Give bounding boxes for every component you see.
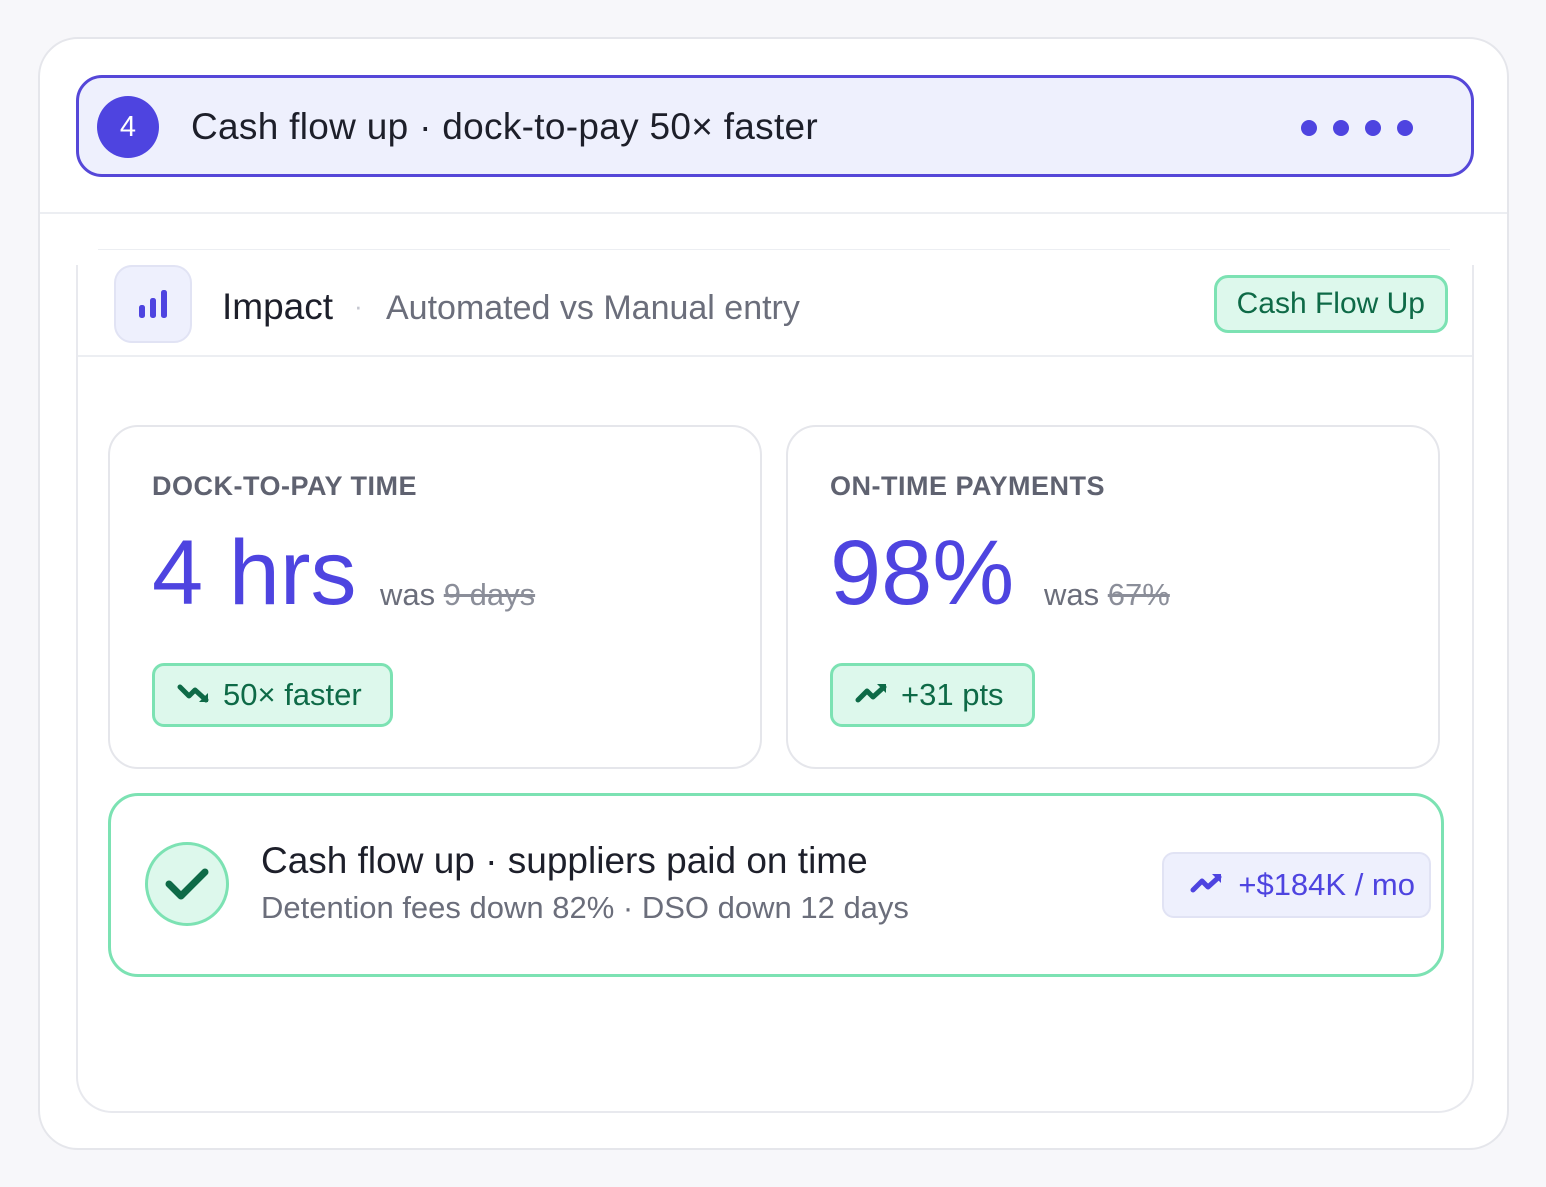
metric-value: 4 hrs	[152, 522, 357, 624]
divider	[98, 249, 1450, 250]
progress-dot	[1301, 120, 1317, 136]
summary-card: Cash flow up · suppliers paid on time De…	[108, 793, 1444, 977]
metric-previous: was 9 days	[380, 577, 535, 613]
divider	[40, 212, 1507, 214]
monthly-gain-badge: +$184K / mo	[1162, 852, 1431, 918]
progress-dots	[1301, 120, 1413, 136]
outcome-card: 4 Cash flow up · dock-to-pay 50× faster …	[38, 37, 1509, 1150]
step-title: Cash flow up · dock-to-pay 50× faster	[191, 106, 819, 147]
metric-value: 98%	[830, 522, 1015, 624]
was-prefix: was	[1044, 577, 1100, 612]
trend-down-icon	[177, 677, 211, 713]
progress-dot	[1365, 120, 1381, 136]
trend-up-icon	[1190, 867, 1224, 903]
metric-label: ON-TIME PAYMENTS	[830, 471, 1106, 501]
step-number-badge: 4	[97, 96, 159, 158]
summary-subtitle: Detention fees down 82% · DSO down 12 da…	[261, 890, 909, 925]
metric-card-on-time-payments: ON-TIME PAYMENTS 98% was 67% +31 pts	[786, 425, 1440, 769]
was-prefix: was	[380, 577, 436, 612]
was-value: 9 days	[443, 577, 536, 612]
impact-panel: Impact · Automated vs Manual entry Cash …	[76, 265, 1474, 1113]
title-separator: ·	[354, 291, 363, 321]
check-icon	[145, 842, 229, 926]
monthly-gain-text: +$184K / mo	[1238, 867, 1415, 902]
impact-subtitle: Automated vs Manual entry	[386, 289, 800, 327]
metric-change-pill: 50× faster	[152, 663, 393, 727]
progress-dot	[1333, 120, 1349, 136]
metric-previous: was 67%	[1044, 577, 1170, 613]
metric-label: DOCK-TO-PAY TIME	[152, 471, 418, 501]
bar-chart-icon	[114, 265, 192, 343]
impact-title: Impact	[222, 286, 334, 327]
step-header-bar[interactable]: 4 Cash flow up · dock-to-pay 50× faster	[76, 75, 1474, 177]
progress-dot	[1397, 120, 1413, 136]
cash-flow-up-tag: Cash Flow Up	[1213, 275, 1448, 333]
metric-change-pill: +31 pts	[830, 663, 1035, 727]
metric-card-dock-to-pay: DOCK-TO-PAY TIME 4 hrs was 9 days 50× fa…	[108, 425, 762, 769]
impact-header: Impact · Automated vs Manual entry Cash …	[78, 265, 1472, 357]
was-value: 67%	[1107, 577, 1170, 612]
metric-change-text: +31 pts	[901, 677, 1004, 712]
metric-change-text: 50× faster	[223, 677, 362, 712]
trend-up-icon	[855, 677, 889, 713]
summary-title: Cash flow up · suppliers paid on time	[261, 840, 868, 881]
